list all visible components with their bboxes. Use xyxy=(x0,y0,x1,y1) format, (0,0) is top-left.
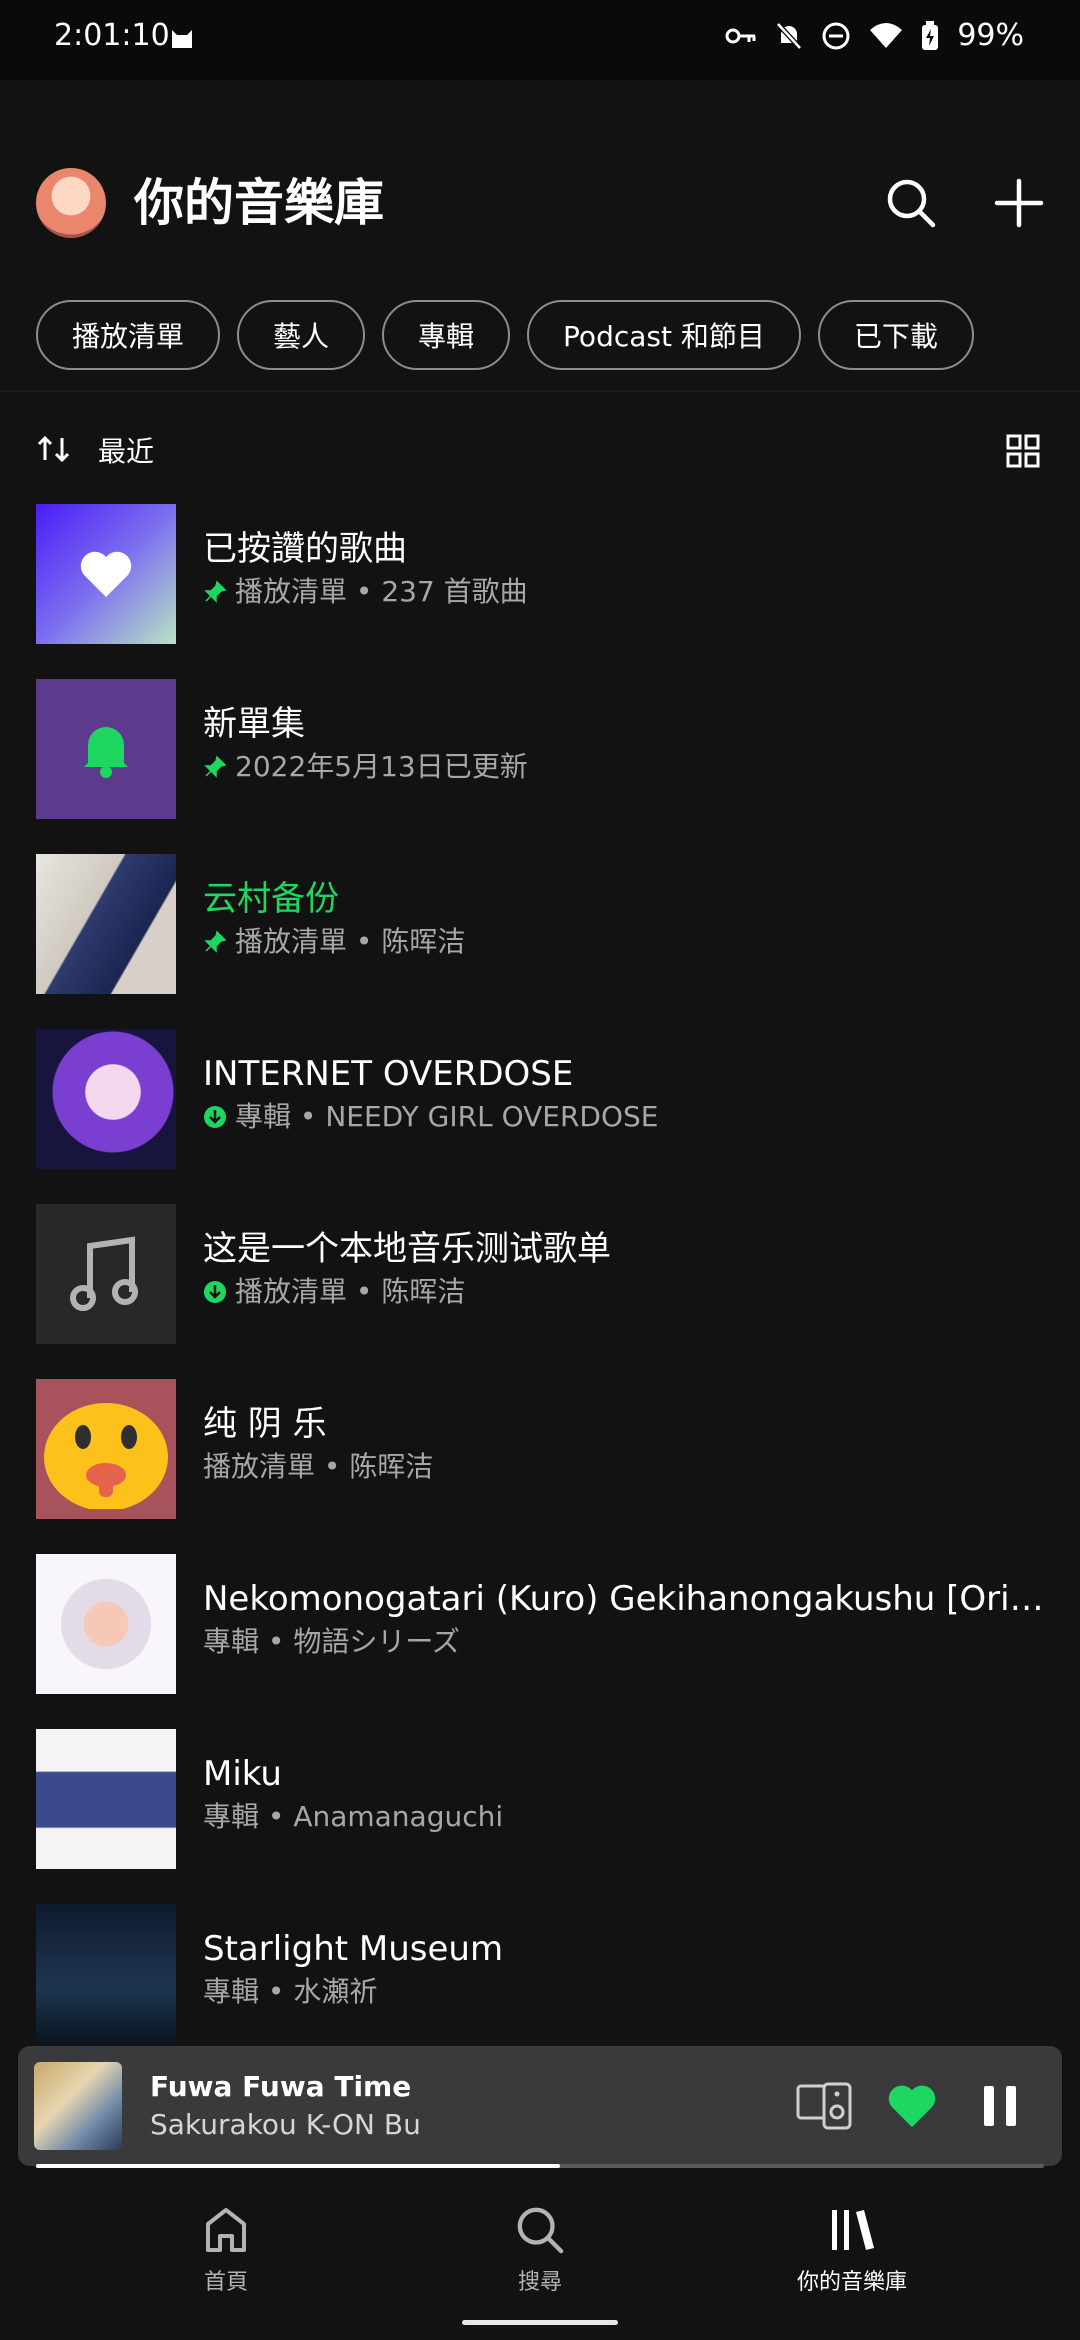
grid-view-icon[interactable] xyxy=(1006,434,1040,468)
nav-home[interactable]: 首頁 xyxy=(106,2200,346,2296)
download-icon xyxy=(204,1281,226,1303)
item-title: 纯 阴 乐 xyxy=(203,1404,327,1444)
home-icon xyxy=(206,2208,246,2252)
now-playing-title: Fuwa Fuwa Time xyxy=(150,2070,412,2103)
library-icon xyxy=(832,2210,874,2250)
list-item[interactable]: 云村备份 播放清單 • 陈晖洁 xyxy=(36,854,1046,994)
pause-icon xyxy=(984,2086,1016,2126)
album-cover-thumb xyxy=(36,1904,176,2044)
emoji-face-icon xyxy=(44,1403,168,1509)
devices-icon xyxy=(796,2082,852,2130)
item-subtitle: 2022年5月13日已更新 xyxy=(235,750,528,783)
chip-podcasts[interactable]: Podcast 和節目 xyxy=(527,300,801,370)
playback-progress[interactable] xyxy=(36,2164,1044,2168)
list-item[interactable]: 这是一个本地音乐测试歌单 播放清單 • 陈晖洁 xyxy=(36,1204,1046,1344)
album-cover-thumb xyxy=(36,1729,176,1869)
chip-downloaded[interactable]: 已下載 xyxy=(817,300,974,370)
item-subtitle: 播放清單 • 陈晖洁 xyxy=(235,925,466,958)
vpn-key-icon xyxy=(725,28,756,43)
item-subtitle: 專輯 • 物語シリーズ xyxy=(203,1625,460,1658)
battery-level: 99% xyxy=(957,18,1024,53)
search-icon xyxy=(517,2207,564,2254)
battery-charging-icon xyxy=(922,20,939,50)
like-button[interactable] xyxy=(882,2076,942,2136)
music-note-icon xyxy=(70,1236,138,1311)
chip-playlists[interactable]: 播放清單 xyxy=(36,300,221,370)
emoji-face-thumb xyxy=(36,1379,176,1519)
header-divider xyxy=(0,390,1080,392)
heart-icon xyxy=(80,551,132,597)
item-subtitle: 播放清單 • 237 首歌曲 xyxy=(235,575,528,608)
playlist-cover-thumb xyxy=(36,854,176,994)
nav-label: 你的音樂庫 xyxy=(796,2270,907,2295)
nav-label: 首頁 xyxy=(203,2270,248,2295)
item-title: 云村备份 xyxy=(203,879,339,919)
chip-albums[interactable]: 專輯 xyxy=(382,300,511,370)
item-subtitle: 播放清單 • 陈晖洁 xyxy=(203,1450,434,1483)
bell-icon xyxy=(84,727,128,778)
now-playing-artist: Sakurakou K-ON Bu xyxy=(150,2108,421,2141)
list-item[interactable]: INTERNET OVERDOSE 專輯 • NEEDY GIRL OVERDO… xyxy=(36,1029,1046,1169)
item-title: Miku xyxy=(203,1754,282,1794)
sort-label[interactable]: 最近 xyxy=(98,430,154,470)
list-item[interactable]: 纯 阴 乐 播放清單 • 陈晖洁 xyxy=(36,1379,1046,1519)
wifi-icon xyxy=(870,22,903,48)
list-item[interactable]: Miku 專輯 • Anamanaguchi xyxy=(36,1729,1046,1869)
item-title: INTERNET OVERDOSE xyxy=(203,1054,574,1094)
mini-player[interactable]: Fuwa Fuwa Time Sakurakou K-ON Bu xyxy=(18,2046,1062,2166)
list-item[interactable]: Nekomonogatari (Kuro) Gekihanongakushu [… xyxy=(36,1554,1063,1694)
nav-label: 搜尋 xyxy=(517,2270,562,2295)
item-subtitle: 專輯 • NEEDY GIRL OVERDOSE xyxy=(235,1100,659,1133)
item-title: Starlight Museum xyxy=(203,1929,504,1969)
sort-icon[interactable] xyxy=(36,434,72,464)
list-item[interactable]: 已按讚的歌曲 播放清單 • 237 首歌曲 xyxy=(36,504,1046,644)
list-item[interactable]: 新單集 2022年5月13日已更新 xyxy=(36,679,1046,819)
item-subtitle: 播放清單 • 陈晖洁 xyxy=(235,1275,466,1308)
chip-artists[interactable]: 藝人 xyxy=(237,300,366,370)
nav-library[interactable]: 你的音樂庫 xyxy=(732,2200,972,2296)
status-icons: 99% xyxy=(725,18,1024,53)
home-indicator xyxy=(462,2320,618,2325)
playback-progress-fill xyxy=(36,2164,561,2168)
devices-button[interactable] xyxy=(794,2076,854,2136)
item-title: 已按讚的歌曲 xyxy=(203,529,407,569)
album-cover-thumb xyxy=(36,1029,176,1169)
library-header: 你的音樂庫 播放清單 藝人 專輯 Podcast 和節目 已下載 xyxy=(0,80,1080,390)
avatar[interactable] xyxy=(36,168,106,238)
item-subtitle: 專輯 • 水瀬祈 xyxy=(203,1975,378,2008)
now-playing-art xyxy=(34,2062,122,2150)
download-icon xyxy=(204,1106,226,1128)
status-bar: 2:01:10 99% xyxy=(0,0,1080,80)
cat-icon xyxy=(172,30,192,48)
sort-bar: 最近 xyxy=(0,420,1080,480)
liked-songs-thumb xyxy=(36,504,176,644)
item-subtitle: 專輯 • Anamanaguchi xyxy=(203,1800,504,1833)
add-button[interactable] xyxy=(984,168,1054,238)
pin-icon xyxy=(204,755,227,778)
pause-button[interactable] xyxy=(970,2076,1030,2136)
list-item[interactable]: Starlight Museum 專輯 • 水瀬祈 xyxy=(36,1904,1046,2044)
status-time: 2:01:10 xyxy=(54,18,170,53)
pin-icon xyxy=(204,580,227,603)
album-cover-thumb xyxy=(36,1554,176,1694)
music-note-thumb xyxy=(36,1204,176,1344)
plus-icon xyxy=(994,178,1044,228)
search-icon xyxy=(887,179,936,228)
nav-search[interactable]: 搜尋 xyxy=(420,2200,660,2296)
bottom-nav: 首頁 搜尋 你的音樂庫 xyxy=(0,2170,1080,2340)
item-title: 新單集 xyxy=(203,704,305,744)
dnd-icon xyxy=(822,22,850,49)
item-title: 这是一个本地音乐测试歌单 xyxy=(203,1229,611,1269)
search-button[interactable] xyxy=(876,168,946,238)
page-title: 你的音樂庫 xyxy=(134,174,384,232)
pin-icon xyxy=(204,930,227,953)
heart-filled-icon xyxy=(888,2085,936,2128)
item-title: Nekomonogatari (Kuro) Gekihanongakushu [… xyxy=(203,1579,1063,1619)
new-episodes-thumb xyxy=(36,679,176,819)
filter-chips: 播放清單 藝人 專輯 Podcast 和節目 已下載 xyxy=(36,300,974,370)
mute-bell-icon xyxy=(776,21,803,50)
